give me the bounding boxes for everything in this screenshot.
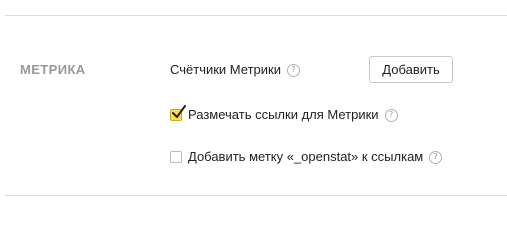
section-title: МЕТРИКА [20,62,86,77]
checkmark-icon [172,105,186,118]
markup-links-checkbox[interactable] [170,105,186,121]
openstat-tag-label[interactable]: Добавить метку «_openstat» к ссылкам [188,149,423,165]
bottom-divider [5,195,507,196]
counters-help-icon[interactable]: ? [286,63,300,77]
counters-label: Счётчики Метрики [170,62,281,77]
markup-links-option[interactable]: Размечать ссылки для Метрики ? [170,105,398,124]
markup-links-help-icon[interactable]: ? [384,108,398,122]
add-counter-button[interactable]: Добавить [369,56,453,83]
openstat-tag-option[interactable]: Добавить метку «_openstat» к ссылкам ? [170,148,443,166]
markup-links-label[interactable]: Размечать ссылки для Метрики [188,107,379,123]
top-divider [5,15,507,16]
openstat-tag-checkbox[interactable] [170,151,182,163]
counters-row: Счётчики Метрики ? [170,61,300,79]
openstat-tag-help-icon[interactable]: ? [429,150,443,164]
